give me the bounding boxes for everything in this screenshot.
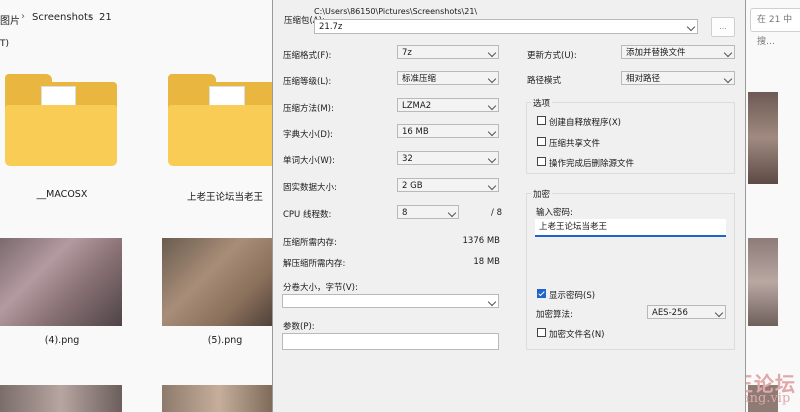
shared-files-checkbox[interactable] bbox=[537, 137, 546, 146]
method-select[interactable]: LZMA2 bbox=[397, 98, 499, 112]
folder-name-macosx[interactable]: __MACOSX bbox=[0, 189, 124, 200]
chevron-down-icon bbox=[487, 127, 497, 137]
word-size-label: 单词大小(W): bbox=[283, 156, 335, 166]
password-input[interactable]: 上老王论坛当老王 bbox=[535, 219, 726, 237]
chevron-down-icon bbox=[487, 48, 497, 58]
chevron-down-icon bbox=[487, 181, 497, 191]
chevron-down-icon bbox=[714, 308, 724, 318]
decompress-memory-value: 18 MB bbox=[473, 257, 500, 267]
folder-icon[interactable] bbox=[168, 74, 282, 166]
shared-files-label: 压缩共享文件 bbox=[549, 139, 601, 149]
browse-button[interactable]: ... bbox=[711, 17, 735, 37]
threads-label: CPU 线程数: bbox=[283, 210, 332, 220]
image-thumbnail[interactable] bbox=[162, 238, 276, 326]
sfx-label: 创建自释放程序(X) bbox=[549, 118, 621, 128]
threads-max: / 8 bbox=[491, 208, 502, 218]
image-thumbnail[interactable] bbox=[748, 92, 778, 184]
solid-size-value: 2 GB bbox=[402, 181, 423, 191]
encryption-method-value: AES-256 bbox=[652, 308, 688, 318]
search-input[interactable]: 在 21 中搜… bbox=[750, 8, 800, 47]
chevron-down-icon bbox=[487, 154, 497, 164]
file-name-5[interactable]: (5).png bbox=[162, 335, 288, 346]
format-value: 7z bbox=[402, 48, 412, 58]
encryption-method-label: 加密算法: bbox=[536, 310, 573, 320]
image-thumbnail[interactable] bbox=[748, 238, 778, 326]
sfx-checkbox[interactable] bbox=[537, 116, 546, 125]
password-label: 输入密码: bbox=[536, 208, 573, 218]
solid-size-select[interactable]: 2 GB bbox=[397, 178, 499, 192]
level-value: 标准压缩 bbox=[402, 74, 437, 84]
encryption-group-title: 加密 bbox=[531, 188, 553, 200]
update-mode-label: 更新方式(U): bbox=[527, 51, 577, 61]
compress-memory-value: 1376 MB bbox=[462, 236, 501, 246]
chevron-down-icon bbox=[487, 74, 497, 84]
dict-size-select[interactable]: 16 MB bbox=[397, 124, 499, 138]
delete-after-label: 操作完成后删除源文件 bbox=[549, 159, 635, 169]
dict-size-label: 字典大小(D): bbox=[283, 130, 334, 140]
dict-size-value: 16 MB bbox=[402, 127, 429, 137]
threads-value: 8 bbox=[402, 208, 408, 218]
archive-path: C:\Users\86150\Pictures\Screenshots\21\ bbox=[314, 7, 478, 16]
method-label: 压缩方法(M): bbox=[283, 104, 334, 114]
archive-name-value: 21.7z bbox=[319, 22, 343, 32]
compress-memory-label: 压缩所需内存: bbox=[283, 238, 337, 248]
show-password-label: 显示密码(S) bbox=[549, 291, 596, 301]
update-mode-select[interactable]: 添加并替换文件 bbox=[621, 45, 735, 59]
solid-size-label: 固实数据大小: bbox=[283, 183, 337, 193]
folder-name-laowang[interactable]: 上老王论坛当老王 bbox=[162, 189, 288, 203]
encryption-method-select[interactable]: AES-256 bbox=[647, 305, 726, 319]
level-label: 压缩等级(L): bbox=[283, 77, 332, 87]
path-mode-label: 路径模式 bbox=[527, 76, 562, 86]
file-name-4[interactable]: (4).png bbox=[0, 335, 124, 346]
chevron-down-icon bbox=[487, 297, 497, 307]
breadcrumb-item-screenshots[interactable]: Screenshots bbox=[32, 12, 93, 23]
chevron-down-icon bbox=[686, 22, 696, 32]
chevron-down-icon bbox=[723, 48, 733, 58]
encrypt-names-label: 加密文件名(N) bbox=[549, 330, 605, 340]
show-password-checkbox[interactable] bbox=[537, 289, 546, 298]
chevron-down-icon bbox=[487, 101, 497, 111]
archive-name-combo[interactable]: 21.7z bbox=[314, 19, 698, 34]
image-thumbnail[interactable] bbox=[162, 385, 276, 412]
chevron-down-icon bbox=[447, 208, 457, 218]
chevron-down-icon bbox=[723, 74, 733, 84]
folder-icon[interactable] bbox=[5, 74, 117, 166]
add-to-archive-dialog: 压缩包(A): C:\Users\86150\Pictures\Screensh… bbox=[272, 0, 746, 412]
options-group-title: 选项 bbox=[531, 97, 553, 109]
decompress-memory-label: 解压缩所需内存: bbox=[283, 259, 346, 269]
format-select[interactable]: 7z bbox=[397, 45, 499, 59]
word-size-value: 32 bbox=[402, 154, 413, 164]
toolbar-fragment: T) bbox=[0, 39, 10, 49]
image-thumbnail[interactable] bbox=[0, 238, 122, 326]
delete-after-checkbox[interactable] bbox=[537, 157, 546, 166]
path-mode-value: 相对路径 bbox=[626, 74, 661, 84]
threads-select[interactable]: 8 bbox=[397, 205, 459, 219]
breadcrumb-separator-icon: › bbox=[21, 11, 25, 22]
breadcrumb-item-21[interactable]: 21 bbox=[99, 12, 112, 23]
split-volume-label: 分卷大小，字节(V): bbox=[283, 283, 358, 293]
level-select[interactable]: 标准压缩 bbox=[397, 71, 499, 85]
method-value: LZMA2 bbox=[402, 101, 432, 111]
params-label: 参数(P): bbox=[283, 322, 315, 332]
breadcrumb-item-pictures[interactable]: 图片 bbox=[0, 12, 20, 27]
split-volume-combo[interactable] bbox=[282, 294, 499, 308]
breadcrumb-separator-icon: › bbox=[88, 11, 92, 22]
format-label: 压缩格式(F): bbox=[283, 51, 332, 61]
params-input[interactable] bbox=[282, 333, 499, 350]
encrypt-names-checkbox[interactable] bbox=[537, 328, 546, 337]
image-thumbnail[interactable] bbox=[0, 385, 122, 412]
path-mode-select[interactable]: 相对路径 bbox=[621, 71, 735, 85]
update-mode-value: 添加并替换文件 bbox=[626, 48, 686, 58]
word-size-select[interactable]: 32 bbox=[397, 151, 499, 165]
